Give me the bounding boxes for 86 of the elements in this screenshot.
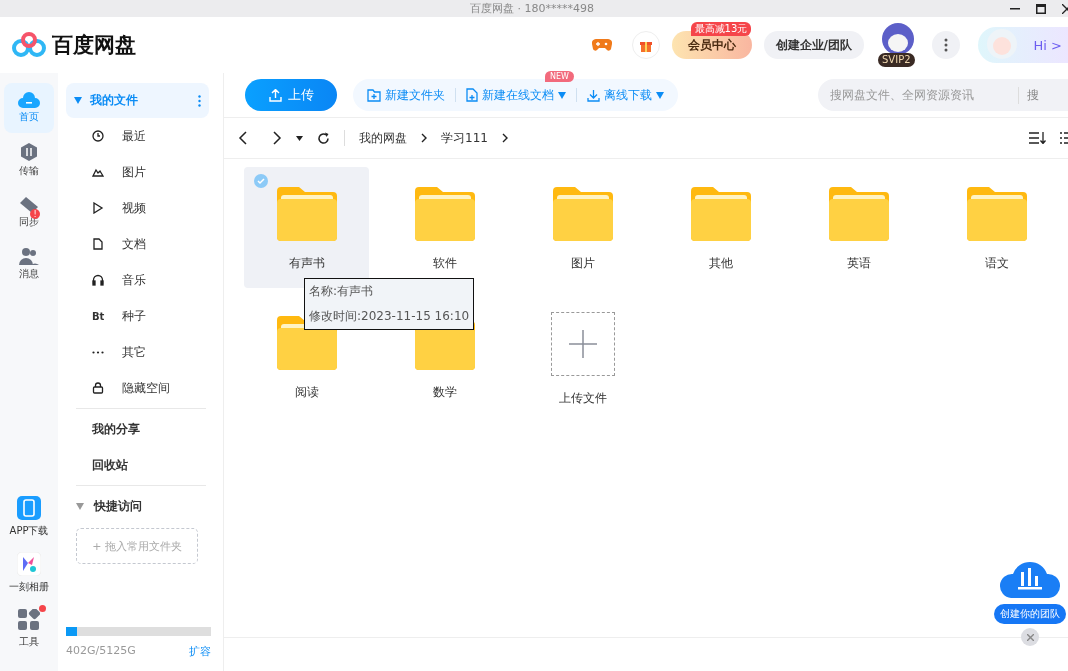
level-badge: SVIP2 xyxy=(878,53,915,67)
download-icon xyxy=(587,88,600,102)
forward-icon[interactable] xyxy=(273,131,282,145)
headphones-icon xyxy=(92,274,104,286)
lock-icon xyxy=(92,382,104,394)
maximize-icon[interactable] xyxy=(1036,3,1046,14)
folder-icon xyxy=(966,187,1027,241)
folder-tile[interactable]: 软件 xyxy=(382,167,507,288)
refresh-icon[interactable] xyxy=(317,131,330,145)
breadcrumb-link[interactable]: 我的网盘 xyxy=(359,129,407,147)
caret-icon xyxy=(74,97,82,104)
quick-access-header[interactable]: 快捷访问 xyxy=(66,488,209,524)
transfer-icon xyxy=(19,142,39,162)
check-icon xyxy=(254,174,268,188)
folder-icon xyxy=(828,187,889,241)
sort-icon[interactable] xyxy=(1029,132,1046,144)
history-dropdown-icon[interactable] xyxy=(296,135,303,141)
nav-item[interactable]: 最近 xyxy=(66,118,209,154)
more-icon xyxy=(944,38,948,52)
doc-plus-icon xyxy=(466,88,478,102)
caret-icon xyxy=(656,91,664,99)
plus-icon xyxy=(568,330,597,358)
folder-plus-icon xyxy=(367,88,381,102)
nav-item[interactable]: Bt 种子 xyxy=(66,298,209,334)
folder-tile[interactable]: 其他 xyxy=(658,167,783,288)
discount-badge: 最高减13元 xyxy=(690,22,752,36)
document-icon xyxy=(92,238,104,250)
back-icon[interactable] xyxy=(238,131,247,145)
album-app-icon xyxy=(17,552,41,576)
upload-file-tile[interactable]: 上传文件 xyxy=(520,296,645,417)
phone-icon xyxy=(17,496,41,520)
folder-tile[interactable]: 图片 xyxy=(520,167,645,288)
list-view-icon[interactable] xyxy=(1060,132,1068,144)
nav-link[interactable]: 回收站 xyxy=(66,447,209,483)
chevron-icon xyxy=(501,133,508,143)
logo-icon xyxy=(12,32,46,58)
nav-item[interactable]: 其它 xyxy=(66,334,209,370)
close-icon[interactable] xyxy=(1062,3,1068,14)
mascot-icon xyxy=(984,28,1020,62)
tools-icon xyxy=(18,609,40,631)
nav-link[interactable]: 我的分享 xyxy=(66,411,209,447)
sync-icon xyxy=(18,195,40,213)
minimize-icon[interactable] xyxy=(1010,7,1020,10)
rail-item[interactable]: APP下载 xyxy=(0,489,58,545)
alert-badge: ! xyxy=(30,209,40,219)
app-name: 百度网盘 xyxy=(52,32,136,59)
gift-button[interactable] xyxy=(631,31,660,59)
nav-item[interactable]: 隐藏空间 xyxy=(66,370,209,406)
clock-icon xyxy=(92,130,104,142)
window-title: 百度网盘 · 180*****498 xyxy=(470,1,594,16)
folder-icon xyxy=(276,187,337,241)
more-icon xyxy=(92,350,104,354)
folder-icon xyxy=(690,187,751,241)
new-badge: NEW xyxy=(545,71,574,82)
cloud-icon xyxy=(18,92,40,108)
nav-item[interactable]: 文档 xyxy=(66,226,209,262)
nav-item[interactable]: 音乐 xyxy=(66,262,209,298)
folder-icon xyxy=(414,187,475,241)
rail-item[interactable]: 消息 xyxy=(4,239,54,289)
folder-tile[interactable]: 英语 xyxy=(796,167,921,288)
create-team-button[interactable]: 创建企业/团队 xyxy=(763,31,864,59)
expand-storage-link[interactable]: 扩容 xyxy=(189,644,211,659)
upload-icon xyxy=(268,88,282,102)
folder-tile[interactable]: 语文 xyxy=(934,167,1059,288)
create-team-promo[interactable]: 创建你的团队 xyxy=(994,604,1066,624)
nav-item[interactable]: 图片 xyxy=(66,154,209,190)
assistant-button[interactable]: Hi > xyxy=(978,27,1068,63)
breadcrumb-link[interactable]: 学习111 xyxy=(441,129,488,147)
storage-usage: 402G/5125G xyxy=(66,644,136,659)
folder-icon xyxy=(552,187,613,241)
play-icon xyxy=(92,202,104,214)
close-icon xyxy=(1026,633,1034,641)
rail-item[interactable]: 传输 xyxy=(4,135,54,185)
caret-icon xyxy=(558,91,566,99)
close-button[interactable] xyxy=(1021,628,1039,646)
people-icon xyxy=(19,247,39,265)
rail-item[interactable]: 工具 xyxy=(0,601,58,657)
more-icon xyxy=(198,94,201,107)
caret-icon xyxy=(76,502,84,510)
nav-item[interactable]: 视频 xyxy=(66,190,209,226)
rail-item[interactable]: 一刻相册 xyxy=(0,545,58,601)
bt-label: Bt xyxy=(92,310,104,322)
avatar[interactable] xyxy=(882,23,914,55)
tooltip-modified: 修改时间:2023-11-15 16:10 xyxy=(309,308,470,325)
gamepad-icon[interactable] xyxy=(591,38,612,52)
chevron-icon xyxy=(421,133,427,143)
